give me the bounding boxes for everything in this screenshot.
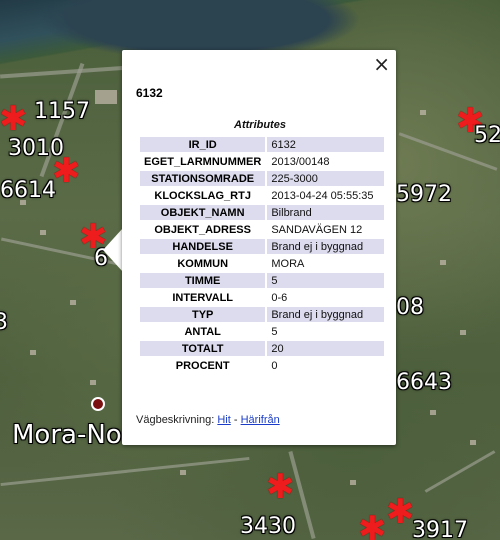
attribute-key: STATIONSOMRADE — [140, 171, 266, 186]
directions-to-link[interactable]: Hit — [217, 414, 230, 426]
attribute-key: ANTAL — [140, 324, 266, 339]
directions: Vägbeskrivning: Hit - Härifrån — [136, 414, 280, 426]
attribute-key: EGET_LARMNUMMER — [140, 154, 266, 169]
directions-from-link[interactable]: Härifrån — [241, 414, 280, 426]
incident-marker-icon[interactable]: ✱ — [0, 102, 28, 136]
attribute-row: OBJEKT_ADRESS SANDAVÄGEN 12 — [140, 222, 385, 237]
building — [460, 330, 466, 335]
attribute-row: KLOCKSLAG_RTJ 2013-04-24 05:55:35 — [140, 188, 385, 203]
incident-label: 3430 — [240, 514, 296, 539]
attribute-key: OBJEKT_ADRESS — [140, 222, 266, 237]
attribute-row: KOMMUN MORA — [140, 256, 385, 271]
place-label: Mora-No — [12, 420, 122, 450]
attribute-value: 2013-04-24 05:55:35 — [267, 188, 385, 203]
building — [30, 350, 36, 355]
building — [70, 300, 76, 305]
attribute-row: STATIONSOMRADE 225-3000 — [140, 171, 385, 186]
attribute-row: INTERVALL 0-6 — [140, 290, 385, 305]
attribute-row: OBJEKT_NAMN Bilbrand — [140, 205, 385, 220]
attributes-caption: Attributes — [234, 119, 286, 131]
incident-label: 6643 — [396, 370, 452, 395]
attribute-row: HANDELSE Brand ej i byggnad — [140, 239, 385, 254]
attribute-row: IR_ID 6132 — [140, 137, 385, 152]
directions-separator: - — [233, 414, 238, 426]
popup-title: 6132 — [136, 86, 163, 100]
attribute-value: Brand ej i byggnad — [267, 239, 385, 254]
incident-label: 5972 — [396, 182, 452, 207]
incident-label: 3917 — [412, 518, 468, 540]
attribute-value: 0 — [267, 358, 385, 373]
road — [424, 450, 496, 493]
incident-marker-icon[interactable]: ✱ — [52, 154, 81, 188]
attribute-value: MORA — [267, 256, 385, 271]
attribute-row: TOTALT 20 — [140, 341, 385, 356]
attribute-value: 6132 — [267, 137, 385, 152]
attribute-key: KOMMUN — [140, 256, 266, 271]
attribute-value: 2013/00148 — [267, 154, 385, 169]
attribute-value: 0-6 — [267, 290, 385, 305]
building — [90, 380, 96, 385]
attribute-value: 5 — [267, 324, 385, 339]
attribute-row: TIMME 5 — [140, 273, 385, 288]
road — [0, 456, 250, 487]
building — [430, 410, 436, 415]
attribute-key: TIMME — [140, 273, 266, 288]
attribute-key: TOTALT — [140, 341, 266, 356]
building — [40, 230, 46, 235]
attribute-key: IR_ID — [140, 137, 266, 152]
close-icon[interactable]: × — [373, 52, 390, 76]
building — [180, 470, 186, 475]
incident-marker-icon[interactable]: ✱ — [266, 470, 295, 504]
attribute-key: INTERVALL — [140, 290, 266, 305]
attribute-key: PROCENT — [140, 358, 266, 373]
incident-label: 52 — [474, 123, 500, 148]
incident-marker-icon[interactable]: ✱ — [358, 512, 387, 540]
popup-pointer — [103, 228, 123, 272]
building — [470, 440, 476, 445]
incident-label: 1157 — [34, 99, 90, 124]
attribute-key: OBJEKT_NAMN — [140, 205, 266, 220]
attributes-table: IR_ID 6132 EGET_LARMNUMMER 2013/00148 STATIO… — [138, 135, 386, 375]
incident-label: 6614 — [0, 178, 56, 203]
attribute-value: SANDAVÄGEN 12 — [267, 222, 385, 237]
attribute-value: Bilbrand — [267, 205, 385, 220]
attribute-row: PROCENT 0 — [140, 358, 385, 373]
attribute-value: 20 — [267, 341, 385, 356]
info-popup: × 6132 Attributes IR_ID 6132 EGET_LARMNUMM… — [122, 50, 396, 445]
incident-marker-icon[interactable]: ✱ — [386, 495, 415, 529]
attribute-value: Brand ej i byggnad — [267, 307, 385, 322]
directions-label: Vägbeskrivning: — [136, 414, 215, 426]
attribute-key: KLOCKSLAG_RTJ — [140, 188, 266, 203]
building — [350, 480, 356, 485]
building — [95, 90, 117, 104]
attribute-key: TYP — [140, 307, 266, 322]
attribute-row: EGET_LARMNUMMER 2013/00148 — [140, 154, 385, 169]
attribute-key: HANDELSE — [140, 239, 266, 254]
incident-label: 08 — [396, 295, 424, 320]
incident-label: 3 — [0, 310, 8, 335]
place-marker[interactable] — [91, 397, 105, 411]
building — [440, 260, 446, 265]
attribute-value: 5 — [267, 273, 385, 288]
building — [420, 110, 426, 115]
attribute-row: TYP Brand ej i byggnad — [140, 307, 385, 322]
attribute-row: ANTAL 5 — [140, 324, 385, 339]
road — [0, 65, 130, 79]
attribute-value: 225-3000 — [267, 171, 385, 186]
